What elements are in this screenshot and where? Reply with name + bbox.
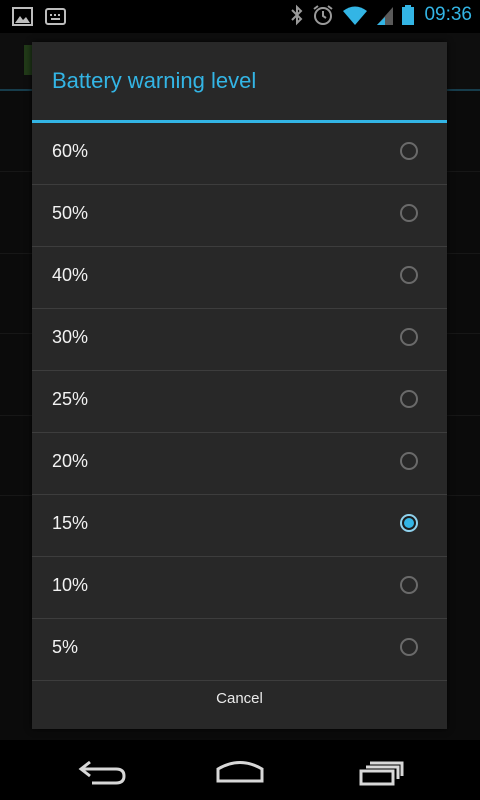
option-50[interactable]: 50%: [32, 185, 447, 247]
radio-button[interactable]: [400, 452, 418, 470]
radio-button[interactable]: [400, 266, 418, 284]
status-bar: 09:36: [0, 0, 480, 33]
alarm-icon: [313, 5, 334, 25]
battery-warning-dialog: Battery warning level 60% 50% 40% 30% 25…: [32, 42, 447, 729]
cancel-button[interactable]: Cancel: [32, 672, 447, 729]
navigation-bar: [0, 740, 480, 800]
radio-button[interactable]: [400, 638, 418, 656]
wifi-icon: [343, 6, 368, 25]
recent-apps-icon[interactable]: [352, 754, 412, 788]
option-label: 15%: [52, 513, 89, 533]
option-list: 60% 50% 40% 30% 25% 20% 15% 10% 5%: [32, 123, 447, 681]
radio-button[interactable]: [400, 142, 418, 160]
radio-button[interactable]: [400, 204, 418, 222]
image-notification-icon: [12, 7, 33, 26]
option-label: 50%: [52, 203, 89, 223]
radio-button[interactable]: [400, 390, 418, 408]
cancel-label: Cancel: [216, 690, 263, 707]
option-30[interactable]: 30%: [32, 309, 447, 371]
option-60[interactable]: 60%: [32, 123, 447, 185]
option-label: 5%: [52, 637, 79, 657]
battery-icon: [402, 5, 415, 25]
option-label: 25%: [52, 389, 89, 409]
option-label: 10%: [52, 575, 89, 595]
keyboard-notification-icon: [45, 8, 66, 25]
option-15[interactable]: 15%: [32, 495, 447, 557]
dialog-title: Battery warning level: [52, 68, 257, 93]
clock: 09:36: [424, 4, 472, 25]
option-40[interactable]: 40%: [32, 247, 447, 309]
home-icon[interactable]: [210, 754, 270, 788]
option-label: 30%: [52, 327, 89, 347]
bluetooth-icon: [291, 4, 303, 26]
option-25[interactable]: 25%: [32, 371, 447, 433]
option-10[interactable]: 10%: [32, 557, 447, 619]
option-label: 20%: [52, 451, 89, 471]
radio-button-selected[interactable]: [400, 514, 418, 532]
radio-button[interactable]: [400, 328, 418, 346]
radio-button[interactable]: [400, 576, 418, 594]
back-icon[interactable]: [70, 754, 130, 788]
signal-icon: [377, 7, 394, 25]
option-20[interactable]: 20%: [32, 433, 447, 495]
dialog-header: Battery warning level: [32, 42, 447, 123]
option-label: 60%: [52, 141, 89, 161]
option-label: 40%: [52, 265, 89, 285]
